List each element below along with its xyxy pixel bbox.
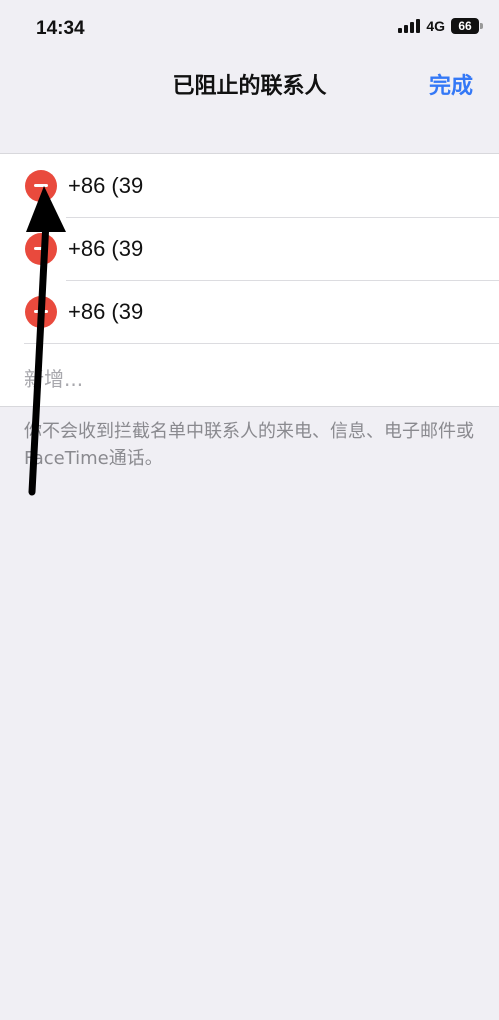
add-new-button[interactable]: 新增...: [24, 363, 83, 392]
redaction-mask: [150, 231, 350, 267]
status-bar: 14:34 4G 66: [0, 0, 499, 60]
blocked-contact-row: +86 (39: [0, 154, 499, 217]
contact-phone: +86 (39: [68, 173, 144, 198]
redaction-mask: [150, 168, 350, 204]
redaction-mask: [150, 294, 350, 330]
footer-note: 你不会收到拦截名单中联系人的来电、信息、电子邮件或FaceTime通话。: [24, 421, 474, 469]
navigation-bar: 已阻止的联系人 完成: [0, 60, 499, 106]
remove-contact-button[interactable]: [25, 170, 57, 202]
blocked-contacts-list: +86 (39 +86 (39 +86 (39 新增...: [0, 153, 499, 407]
status-time: 14:34: [36, 18, 85, 39]
remove-contact-button[interactable]: [25, 233, 57, 265]
remove-contact-button[interactable]: [25, 296, 57, 328]
status-indicators: 4G 66: [398, 18, 483, 34]
contact-phone: +86 (39: [68, 236, 144, 261]
battery-icon: 66: [451, 18, 483, 34]
contact-phone: +86 (39: [68, 299, 144, 324]
blocked-contact-row: +86 (39: [0, 217, 499, 280]
done-button[interactable]: 完成: [429, 68, 473, 100]
page-title: 已阻止的联系人: [172, 74, 327, 99]
cellular-signal-icon: [398, 19, 421, 33]
battery-level: 66: [458, 19, 472, 33]
network-type: 4G: [426, 18, 445, 34]
add-new-row[interactable]: 新增...: [0, 343, 499, 406]
blocked-contact-row: +86 (39: [0, 280, 499, 343]
